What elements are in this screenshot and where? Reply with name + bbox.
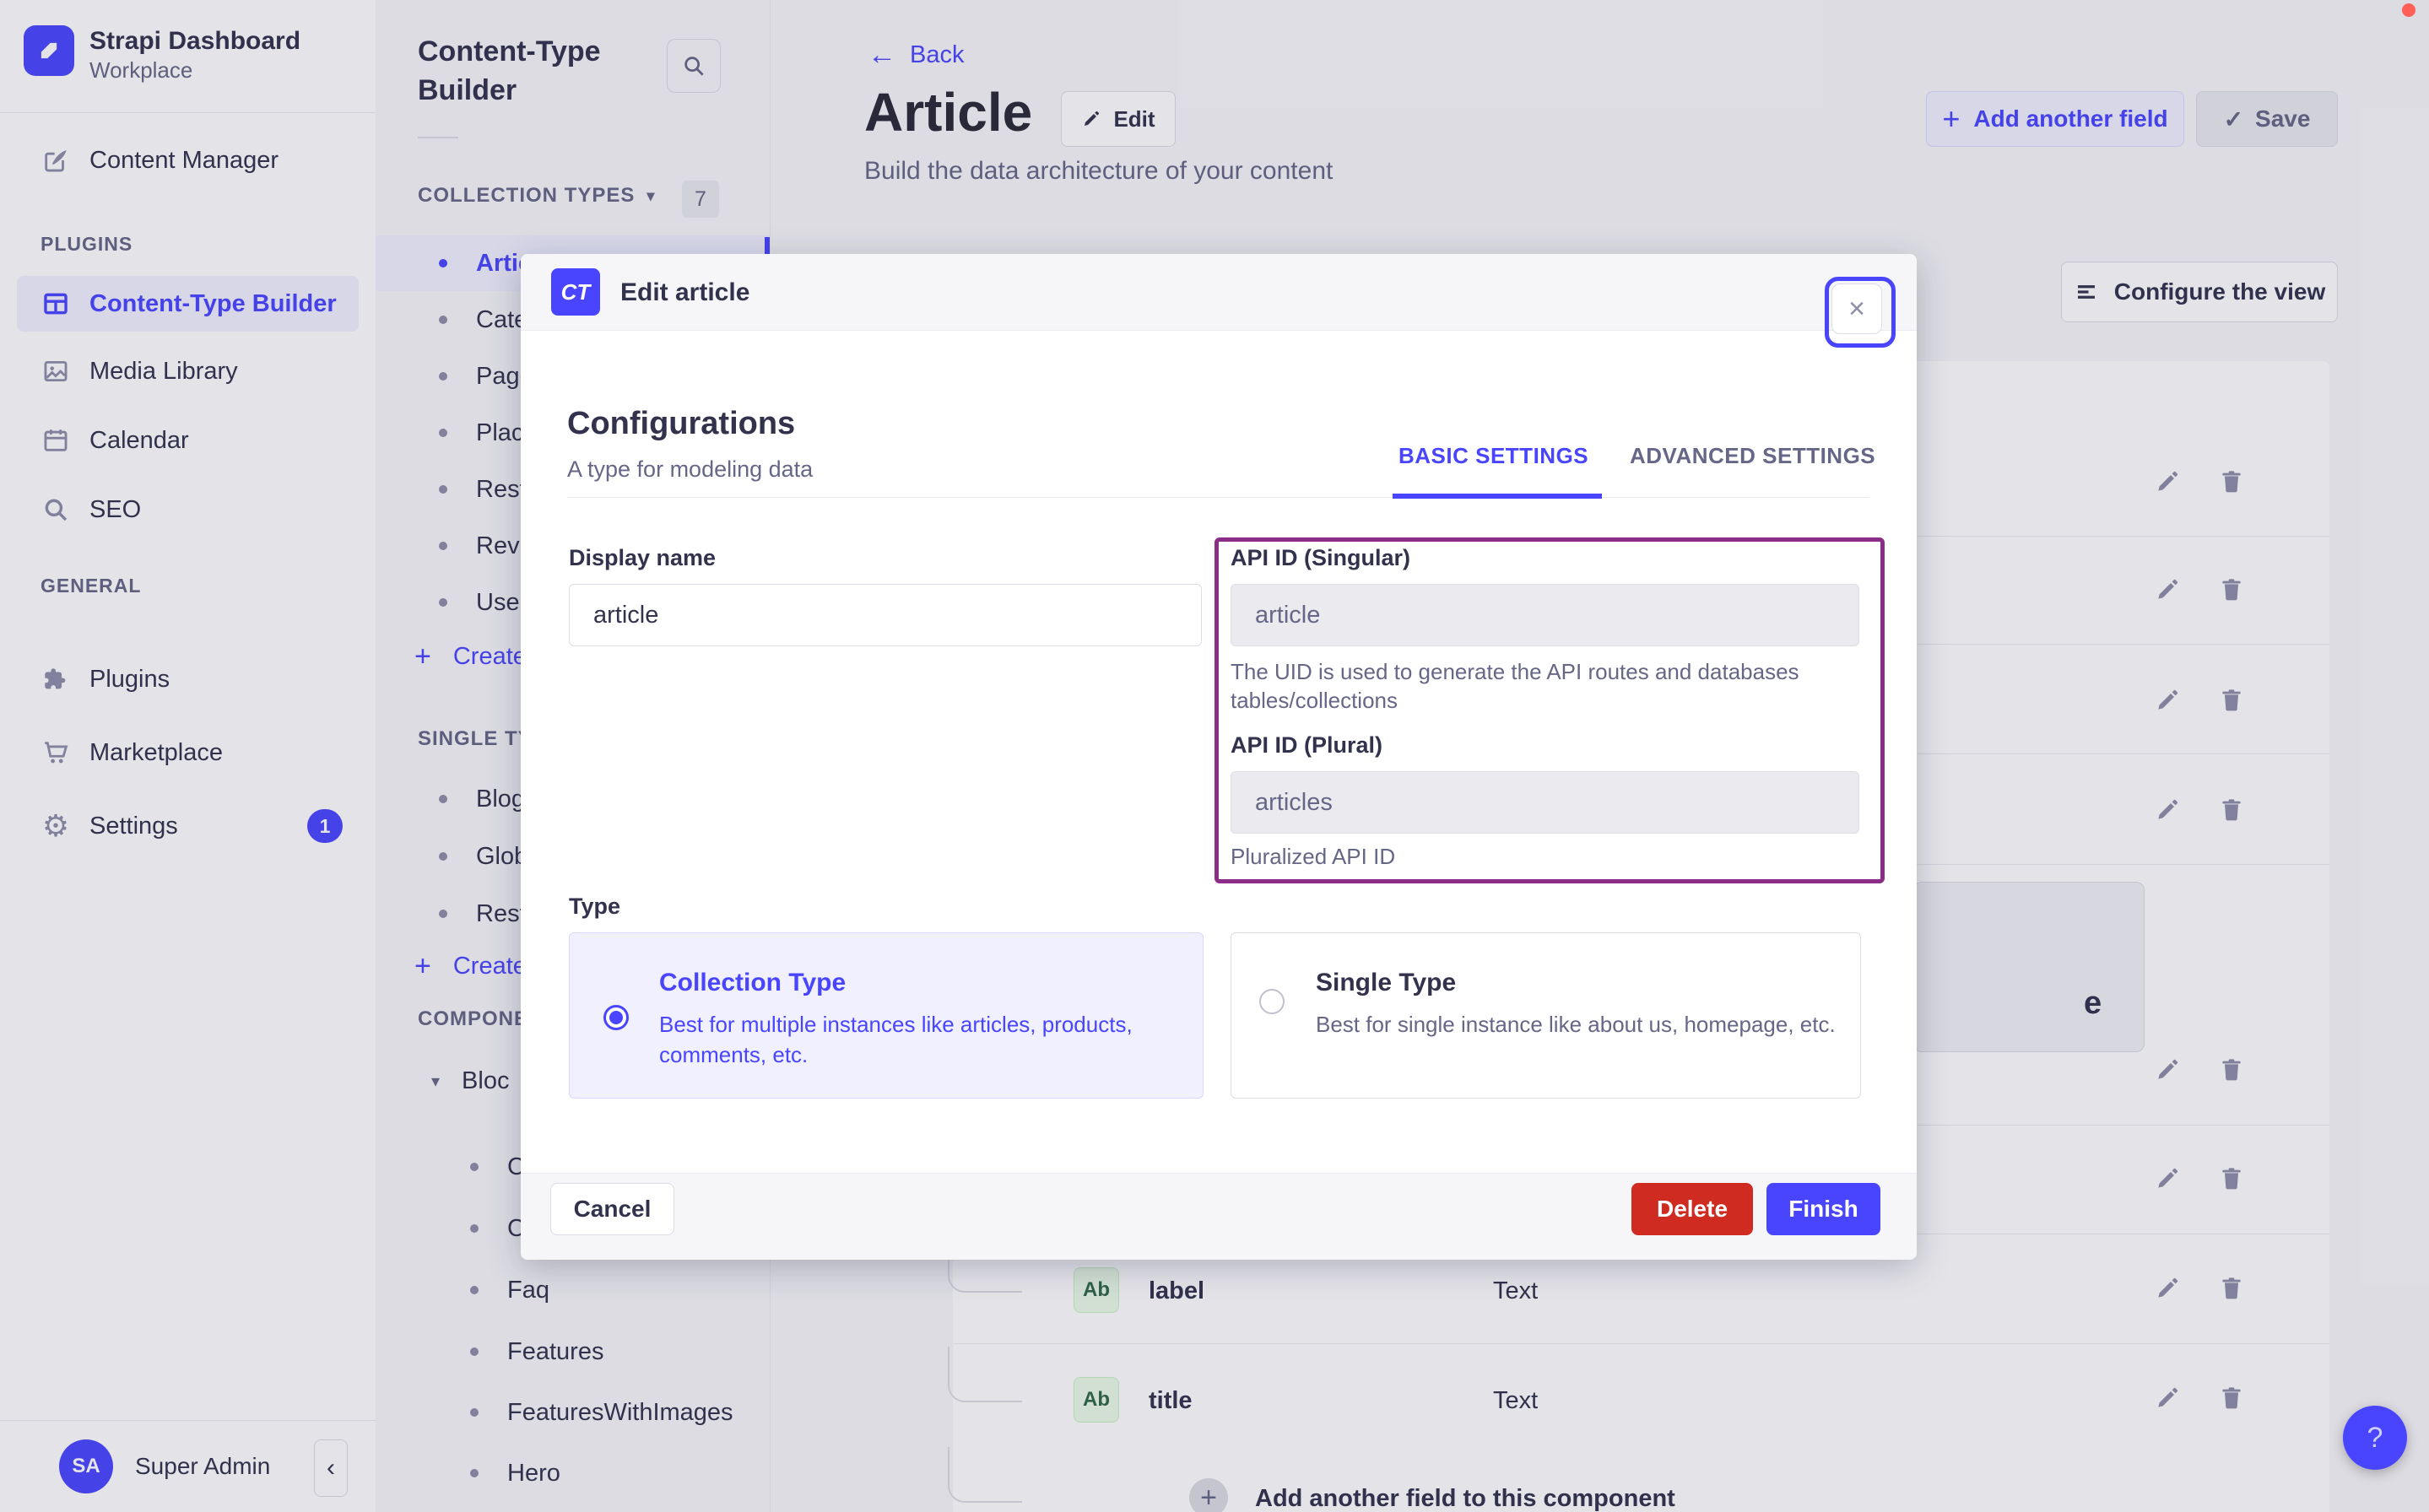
- single-type-desc: Best for single instance like about us, …: [1316, 1012, 1836, 1037]
- content-type-badge: CT: [551, 268, 600, 316]
- collection-type-title: Collection Type: [659, 969, 847, 996]
- collection-type-desc: Best for multiple instances like article…: [659, 1012, 1133, 1067]
- delete-button[interactable]: Delete: [1631, 1183, 1753, 1235]
- tab-basic-settings[interactable]: BASIC SETTINGS: [1398, 443, 1588, 469]
- api-id-plural-label: API ID (Plural): [1231, 732, 1383, 758]
- radio-selected-icon[interactable]: [603, 1005, 629, 1030]
- configurations-heading: Configurations: [567, 406, 796, 441]
- display-name-input[interactable]: [569, 584, 1202, 646]
- display-name-label: Display name: [569, 545, 717, 570]
- api-id-singular-helper: The UID is used to generate the API rout…: [1231, 659, 1799, 713]
- api-id-plural-helper: Pluralized API ID: [1231, 844, 1396, 869]
- modal-title: Edit article: [620, 278, 750, 306]
- tab-advanced-settings[interactable]: ADVANCED SETTINGS: [1630, 443, 1875, 469]
- api-id-singular-input[interactable]: [1231, 584, 1859, 646]
- collection-type-card[interactable]: Collection Type Best for multiple instan…: [569, 932, 1204, 1099]
- radio-unselected-icon[interactable]: [1259, 989, 1285, 1014]
- configurations-subheading: A type for modeling data: [567, 456, 814, 482]
- finish-button[interactable]: Finish: [1766, 1183, 1880, 1235]
- type-label: Type: [569, 894, 621, 919]
- close-button[interactable]: ×: [1831, 284, 1882, 334]
- tabs-divider: [567, 497, 1869, 498]
- api-id-singular-label: API ID (Singular): [1231, 545, 1411, 570]
- single-type-card[interactable]: Single Type Best for single instance lik…: [1231, 932, 1861, 1099]
- cancel-button[interactable]: Cancel: [550, 1183, 674, 1235]
- single-type-title: Single Type: [1316, 969, 1457, 996]
- help-button[interactable]: ?: [2343, 1406, 2407, 1470]
- close-icon: ×: [1848, 292, 1865, 325]
- api-id-plural-input[interactable]: [1231, 771, 1859, 834]
- edit-article-modal: CT Edit article × Configurations A type …: [521, 254, 1917, 1260]
- recording-dot: [2402, 3, 2415, 17]
- active-tab-underline: [1393, 494, 1602, 499]
